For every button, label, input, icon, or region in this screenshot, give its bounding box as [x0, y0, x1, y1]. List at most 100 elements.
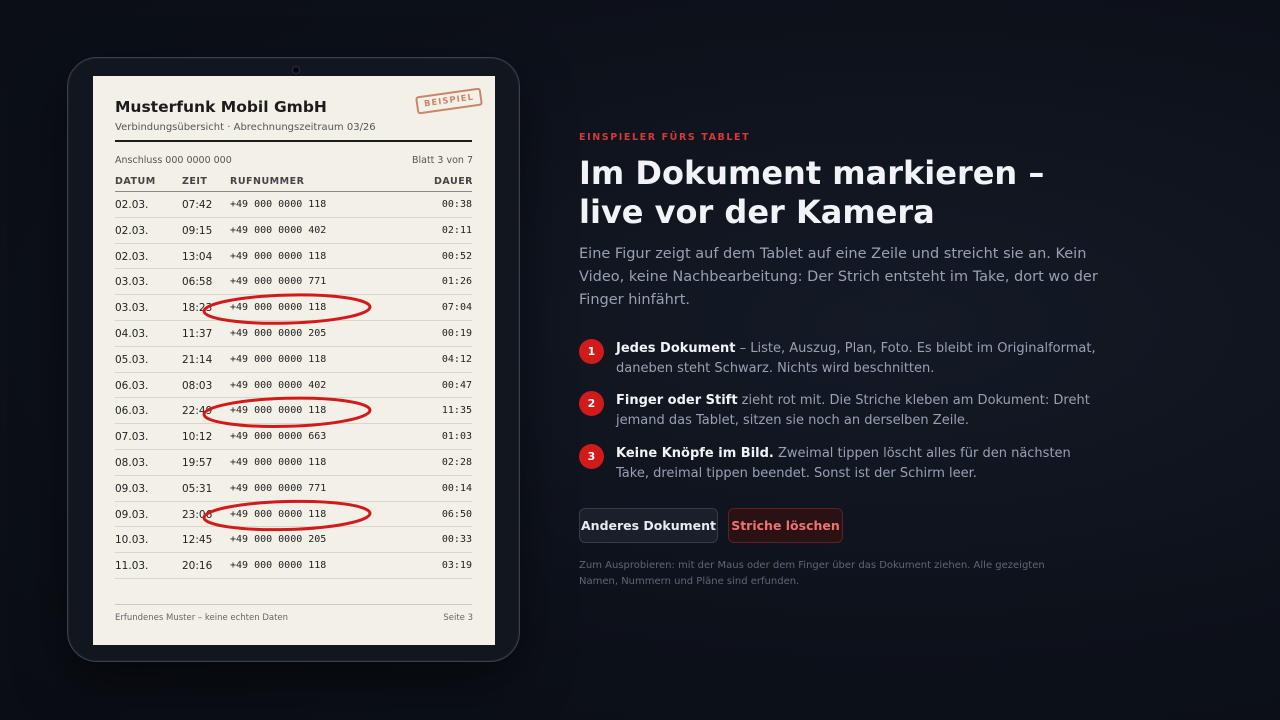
row-number: +49 000 0000 205 [230, 327, 327, 339]
step-title: Jedes Dokument [616, 341, 736, 356]
eyebrow-label: EINSPIELER FÜRS TABLET [579, 132, 751, 143]
row-time: 20:16 [182, 560, 213, 573]
row-duration: 07:04 [441, 302, 472, 314]
row-duration: 04:12 [441, 353, 472, 365]
row-date: 10.03. [115, 534, 149, 547]
row-date: 07.03. [115, 431, 149, 444]
page-title: Im Dokument markieren – live vor der Kam… [579, 154, 1099, 232]
row-duration: 02:11 [441, 224, 472, 236]
row-time: 22:49 [182, 405, 213, 418]
row-date: 02.03. [115, 250, 149, 263]
row-time: 09:15 [182, 224, 213, 237]
row-duration: 00:38 [441, 199, 472, 210]
row-time: 11:37 [182, 327, 213, 340]
table-row: 06.03. 08:03 +49 000 0000 402 00:47 [115, 373, 472, 399]
row-number: +49 000 0000 118 [230, 302, 327, 314]
table-row: 03.03. 06:58 +49 000 0000 771 01:26 [115, 269, 472, 296]
sheet-number: Blatt 3 von 7 [411, 155, 473, 166]
column-header-duration: DAUER [434, 176, 473, 187]
row-number: +49 000 0000 118 [230, 199, 327, 210]
table-row: 06.03. 22:49 +49 000 0000 118 11:35 [115, 398, 472, 425]
row-time: 19:57 [182, 456, 213, 469]
table-row: 08.03. 19:57 +49 000 0000 118 02:28 [115, 450, 472, 476]
table-row: 04.03. 11:37 +49 000 0000 205 00:19 [115, 321, 472, 347]
title-line-1: Im Dokument markieren – [579, 154, 1045, 192]
step-text: Keine Knöpfe im Bild. Zweimal tippen lös… [616, 444, 1099, 484]
column-header-date: DATUM [115, 176, 156, 187]
table-row: 02.03. 07:42 +49 000 0000 118 00:38 [115, 192, 472, 218]
table-row: 09.03. 05:31 +49 000 0000 771 00:14 [115, 476, 472, 502]
row-number: +49 000 0000 118 [230, 250, 327, 262]
row-number: +49 000 0000 118 [230, 560, 327, 572]
other-document-button[interactable]: Anderes Dokument [579, 508, 718, 543]
row-date: 03.03. [115, 276, 149, 289]
row-number: +49 000 0000 118 [230, 508, 327, 520]
row-number: +49 000 0000 118 [230, 456, 327, 468]
table-row: 09.03. 23:06 +49 000 0000 118 06:50 [115, 502, 472, 528]
row-date: 04.03. [115, 327, 149, 340]
footer-divider [115, 604, 472, 605]
footnote: Zum Ausprobieren: mit der Maus oder dem … [579, 560, 1045, 587]
row-number: +49 000 0000 118 [230, 405, 327, 417]
row-number: +49 000 0000 771 [230, 482, 327, 494]
row-duration: 01:26 [441, 276, 472, 288]
document-footer: Erfundenes Muster – keine echten Daten [115, 613, 289, 623]
document-footer-page: Seite 3 [443, 613, 473, 623]
row-duration: 00:47 [441, 379, 472, 391]
row-duration: 01:03 [441, 431, 472, 443]
row-duration: 06:50 [441, 508, 472, 520]
row-time: 08:03 [182, 379, 213, 392]
row-date: 05.03. [115, 353, 149, 366]
account-number: Anschluss 000 0000 000 [115, 155, 232, 166]
document-sheet[interactable]: Musterfunk Mobil GmbH Verbindungsübersic… [93, 76, 495, 645]
table-row: 02.03. 09:15 +49 000 0000 402 02:11 [115, 218, 472, 244]
row-time: 23:06 [182, 508, 213, 521]
title-line-2: live vor der Kamera [579, 193, 935, 231]
step-text: Finger oder Stift zieht rot mit. Die Str… [616, 391, 1099, 431]
row-date: 09.03. [115, 482, 149, 495]
document-subtitle: Verbindungsübersicht · Abrechnungszeitra… [115, 122, 376, 133]
row-date: 02.03. [115, 199, 149, 211]
intro-text: Eine Figur zeigt auf dem Tablet auf eine… [579, 246, 1098, 308]
row-number: +49 000 0000 402 [230, 224, 327, 236]
row-duration: 00:52 [441, 250, 472, 262]
document-company: Musterfunk Mobil GmbH [115, 98, 327, 116]
row-time: 06:58 [182, 276, 213, 289]
row-number: +49 000 0000 771 [230, 276, 327, 288]
row-number: +49 000 0000 118 [230, 353, 327, 365]
row-number: +49 000 0000 205 [230, 534, 327, 546]
row-number: +49 000 0000 663 [230, 431, 327, 443]
row-time: 18:23 [182, 302, 213, 315]
row-time: 12:45 [182, 534, 213, 547]
step-title: Finger oder Stift [616, 393, 738, 408]
clear-strokes-button[interactable]: Striche löschen [728, 508, 843, 543]
row-time: 13:04 [182, 250, 213, 263]
row-time: 05:31 [182, 482, 213, 495]
table-row: 05.03. 21:14 +49 000 0000 118 04:12 [115, 347, 472, 373]
table-row: 07.03. 10:12 +49 000 0000 663 01:03 [115, 424, 472, 450]
call-table: 02.03. 07:42 +49 000 0000 118 00:38 02.03. 09… [115, 192, 472, 579]
row-date: 02.03. [115, 224, 149, 237]
camera-dot [292, 66, 300, 74]
row-duration: 00:19 [441, 327, 472, 339]
row-date: 11.03. [115, 560, 149, 573]
row-number: +49 000 0000 402 [230, 379, 327, 391]
row-date: 03.03. [115, 302, 149, 315]
step-number-badge: 2 [579, 391, 604, 416]
step-number-badge: 1 [579, 339, 604, 364]
row-date: 06.03. [115, 405, 149, 418]
row-duration: 00:33 [441, 534, 472, 546]
row-time: 10:12 [182, 431, 213, 444]
step-number-badge: 3 [579, 444, 604, 469]
row-date: 06.03. [115, 379, 149, 392]
table-row: 02.03. 13:04 +49 000 0000 118 00:52 [115, 244, 472, 270]
row-time: 21:14 [182, 353, 213, 366]
row-duration: 03:19 [441, 560, 472, 572]
sample-stamp: BEISPIEL [415, 87, 484, 115]
row-date: 09.03. [115, 508, 149, 521]
row-duration: 02:28 [441, 456, 472, 468]
table-row: 03.03. 18:23 +49 000 0000 118 07:04 [115, 295, 472, 321]
row-time: 07:42 [182, 199, 213, 211]
table-row: 11.03. 20:16 +49 000 0000 118 03:19 [115, 553, 472, 579]
row-duration: 11:35 [441, 405, 472, 417]
